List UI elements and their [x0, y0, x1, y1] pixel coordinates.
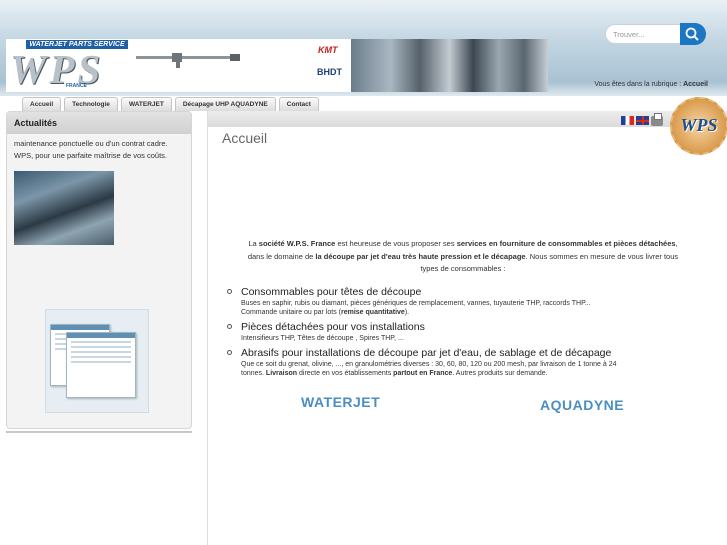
intro-text: dans le domaine de: [247, 251, 314, 261]
feature-desc: Que ce soit du grenat, olivine, ..., en …: [241, 361, 617, 368]
feature-desc-bold: remise quantitative: [341, 309, 405, 316]
feature-desc-text: Commande unitaire ou par lots (: [241, 309, 341, 316]
kmt-logo: KMT: [318, 45, 338, 55]
breadcrumb: Vous êtes dans la rubrique : Accueil: [548, 81, 708, 88]
list-item: Abrasifs pour installations de découpe p…: [227, 347, 707, 378]
sidebar-text-line: maintenance ponctuelle ou d'un contrat c…: [14, 139, 168, 148]
website-screenshot-image[interactable]: [45, 309, 149, 413]
breadcrumb-current: Accueil: [683, 81, 708, 88]
feature-list: Consommables pour têtes de découpe Buses…: [227, 286, 707, 382]
cutting-gun-image: [136, 53, 240, 68]
tab-decapage[interactable]: Décapage UHP AQUADYNE: [174, 97, 276, 111]
intro-text: est heureuse de vous proposer ses: [337, 239, 455, 248]
feature-desc-bold: Livraison: [265, 370, 298, 377]
feature-desc-bold: partout en France: [393, 370, 453, 377]
bullet-icon: [227, 324, 232, 329]
intro-company: société W.P.S. France: [258, 239, 336, 248]
french-flag-icon[interactable]: [621, 116, 634, 125]
sidebar-title: Actualités: [7, 112, 191, 134]
bullet-icon: [227, 289, 232, 294]
waterjet-link[interactable]: WATERJET: [301, 394, 380, 410]
tab-accueil[interactable]: Accueil: [22, 97, 62, 111]
header-banner[interactable]: WATERJET PARTS SERVICE WPS FRANCE KMT BH…: [6, 39, 548, 92]
sidebar-divider: [6, 431, 192, 433]
feature-desc: tonnes. Livraison directe en vos établis…: [241, 369, 707, 378]
feature-title: Abrasifs pour installations de découpe p…: [241, 347, 612, 359]
search-button[interactable]: [680, 23, 706, 45]
wps-seal-badge: WPS: [670, 97, 727, 155]
feature-title: Consommables pour têtes de découpe: [241, 286, 422, 298]
content-divider: [207, 111, 208, 545]
list-item: Consommables pour têtes de découpe Buses…: [227, 286, 707, 317]
sidebar-text: maintenance ponctuelle ou d'un contrat c…: [14, 138, 190, 162]
intro-text: ,: [675, 239, 678, 248]
feature-desc: Buses en saphir, rubis ou diamant, pièce…: [241, 300, 591, 307]
feature-desc-text: tonnes.: [241, 370, 264, 377]
main-nav: Accueil Technologie WATERJET Décapage UH…: [22, 97, 319, 111]
intro-text: . Nous sommes en mesure de vous livrer t…: [525, 251, 679, 261]
feature-desc-text: . Autres produits sur demande.: [452, 370, 548, 377]
search-icon: [685, 27, 699, 41]
english-flag-icon[interactable]: [636, 116, 649, 125]
intro-paragraph: La société W.P.S. France est heureuse de…: [222, 238, 704, 276]
screenshot-window: [66, 332, 136, 398]
bhdt-logo: BHDT: [317, 67, 342, 77]
tab-waterjet[interactable]: WATERJET: [120, 97, 172, 111]
intro-services: services en fourniture de consommables e…: [456, 239, 676, 248]
news-photo[interactable]: [14, 171, 114, 245]
intro-text: types de consommables :: [420, 264, 506, 273]
aquadyne-link[interactable]: AQUADYNE: [540, 397, 624, 413]
page-title: Accueil: [222, 130, 268, 146]
sidebar-text-line: WPS, pour une parfaite maîtrise de vos c…: [14, 151, 167, 160]
feature-desc: Intensifieurs THP, Têtes de découpe , Sp…: [241, 335, 404, 342]
banner-photos: [351, 39, 548, 92]
search-input[interactable]: Trouver...: [605, 24, 682, 44]
print-icon[interactable]: [651, 113, 663, 126]
tab-contact[interactable]: Contact: [278, 97, 319, 111]
tab-technologie[interactable]: Technologie: [64, 97, 118, 111]
list-item: Pièces détachées pour vos installations …: [227, 321, 707, 343]
intro-text: La: [248, 239, 257, 248]
feature-desc-text: ).: [404, 309, 410, 316]
feature-title: Pièces détachées pour vos installations: [241, 321, 425, 333]
banner-country: FRANCE: [66, 83, 87, 89]
news-sidebar: Actualités maintenance ponctuelle ou d'u…: [6, 111, 192, 429]
bullet-icon: [227, 350, 232, 355]
breadcrumb-prefix: Vous êtes dans la rubrique :: [594, 81, 682, 88]
feature-desc: Commande unitaire ou par lots (remise qu…: [241, 308, 707, 317]
intro-domain: la découpe par jet d'eau très haute pres…: [315, 251, 526, 261]
language-switcher: [621, 113, 663, 126]
feature-desc-text: directe en vos établissements: [299, 370, 392, 377]
